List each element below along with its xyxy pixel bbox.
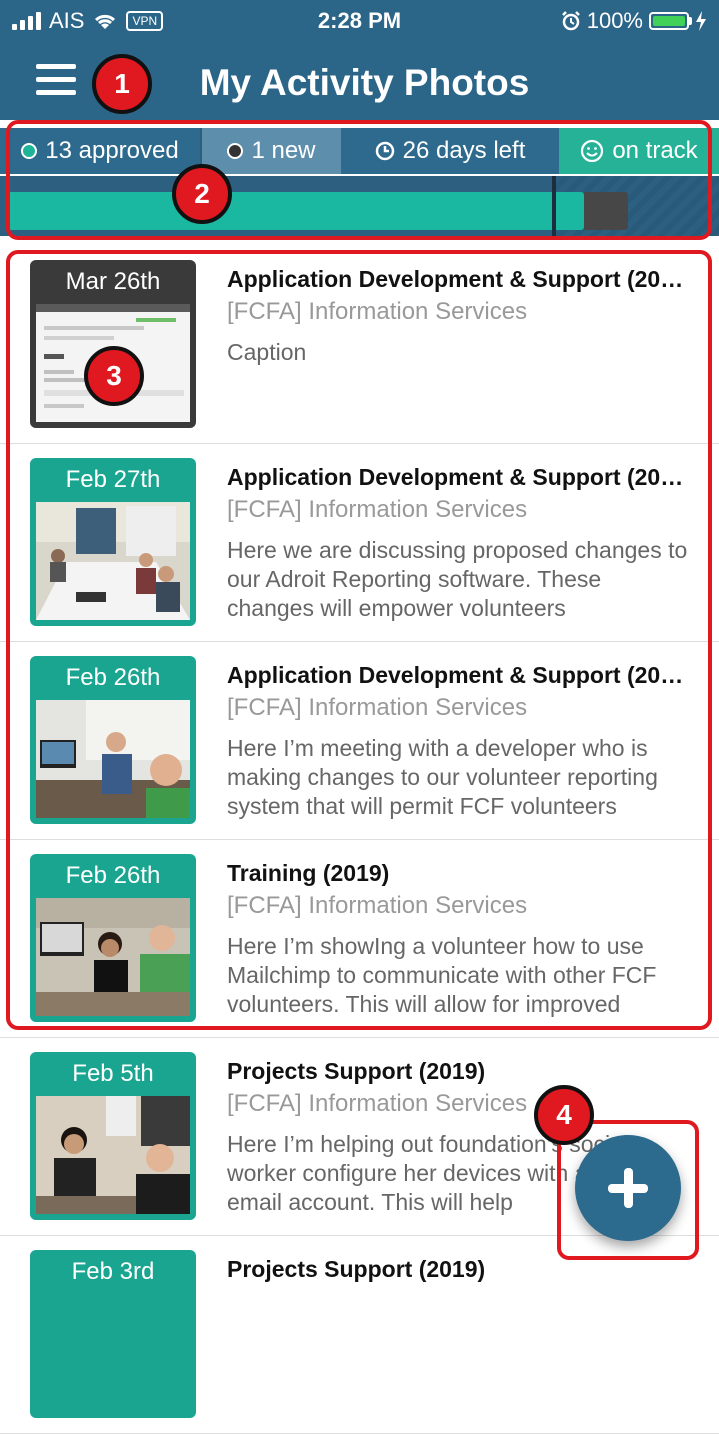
annotation-marker-3: 3 — [84, 346, 144, 406]
activity-org: [FCFA] Information Services — [227, 1090, 528, 1117]
battery-percent: 100% — [586, 8, 643, 33]
photo-thumbnail[interactable]: Feb 3rd — [30, 1250, 196, 1418]
photo-date: Feb 5th — [72, 1060, 154, 1087]
charging-icon — [696, 11, 706, 31]
annotation-box-stats — [6, 120, 712, 240]
annotation-marker-4: 4 — [534, 1085, 594, 1145]
list-item[interactable]: Feb 3rd Projects Support (2019) — [0, 1236, 719, 1434]
activity-title: Projects Support (2019) — [227, 1256, 486, 1282]
annotation-marker-2: 2 — [172, 164, 232, 224]
annotation-marker-1: 1 — [92, 54, 152, 114]
support-photo-image — [36, 1096, 190, 1214]
activity-title: Projects Support (2019) — [227, 1058, 486, 1084]
alarm-clock-icon — [561, 11, 580, 31]
photo-thumbnail[interactable]: Feb 5th — [30, 1052, 196, 1220]
photo-date: Feb 3rd — [71, 1258, 155, 1285]
battery-icon — [649, 12, 692, 30]
status-bar: AIS VPN 2:28 PM 100% — [0, 0, 719, 40]
